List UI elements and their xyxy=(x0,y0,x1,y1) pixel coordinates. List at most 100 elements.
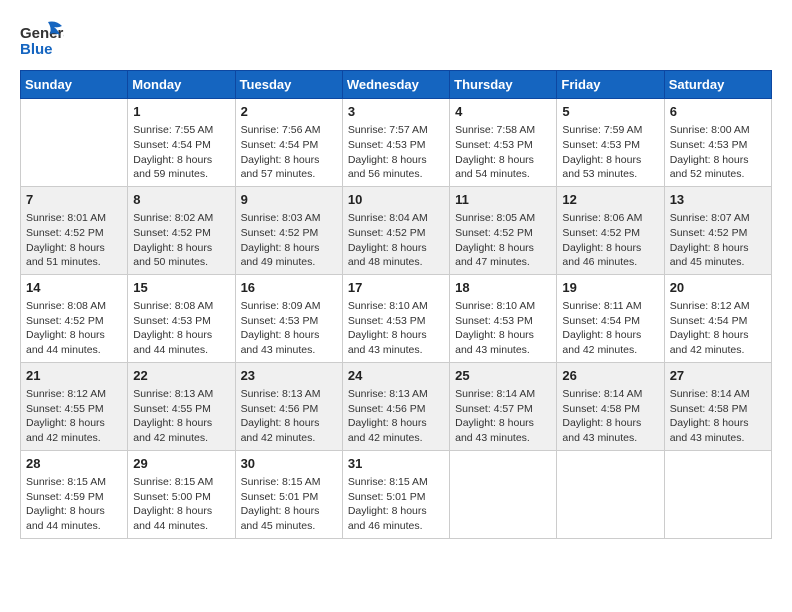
day-number: 17 xyxy=(348,279,444,297)
calendar-cell: 16 Sunrise: 8:09 AM Sunset: 4:53 PM Dayli… xyxy=(235,274,342,362)
calendar-cell xyxy=(450,450,557,538)
calendar-cell: 11 Sunrise: 8:05 AM Sunset: 4:52 PM Dayli… xyxy=(450,186,557,274)
calendar-cell: 9 Sunrise: 8:03 AM Sunset: 4:52 PM Daylig… xyxy=(235,186,342,274)
calendar-cell: 5 Sunrise: 7:59 AM Sunset: 4:53 PM Daylig… xyxy=(557,99,664,187)
weekday-header-sunday: Sunday xyxy=(21,71,128,99)
day-info: Sunrise: 8:06 AM Sunset: 4:52 PM Dayligh… xyxy=(562,211,658,270)
day-info: Sunrise: 7:56 AM Sunset: 4:54 PM Dayligh… xyxy=(241,123,337,182)
calendar-cell: 17 Sunrise: 8:10 AM Sunset: 4:53 PM Dayli… xyxy=(342,274,449,362)
day-info: Sunrise: 8:09 AM Sunset: 4:53 PM Dayligh… xyxy=(241,299,337,358)
weekday-header-thursday: Thursday xyxy=(450,71,557,99)
weekday-header-tuesday: Tuesday xyxy=(235,71,342,99)
day-info: Sunrise: 8:15 AM Sunset: 5:01 PM Dayligh… xyxy=(241,475,337,534)
day-info: Sunrise: 7:55 AM Sunset: 4:54 PM Dayligh… xyxy=(133,123,229,182)
weekday-header-wednesday: Wednesday xyxy=(342,71,449,99)
day-number: 31 xyxy=(348,455,444,473)
calendar-cell: 2 Sunrise: 7:56 AM Sunset: 4:54 PM Daylig… xyxy=(235,99,342,187)
day-info: Sunrise: 8:14 AM Sunset: 4:57 PM Dayligh… xyxy=(455,387,551,446)
day-info: Sunrise: 8:04 AM Sunset: 4:52 PM Dayligh… xyxy=(348,211,444,270)
calendar-header: SundayMondayTuesdayWednesdayThursdayFrid… xyxy=(21,71,772,99)
calendar-cell: 6Sunrise: 8:00 AM Sunset: 4:53 PM Daylig… xyxy=(664,99,771,187)
calendar-cell: 15 Sunrise: 8:08 AM Sunset: 4:53 PM Dayli… xyxy=(128,274,235,362)
calendar-cell: 22 Sunrise: 8:13 AM Sunset: 4:55 PM Dayli… xyxy=(128,362,235,450)
day-number: 14 xyxy=(26,279,122,297)
day-info: Sunrise: 8:15 AM Sunset: 5:00 PM Dayligh… xyxy=(133,475,229,534)
day-number: 11 xyxy=(455,191,551,209)
day-info: Sunrise: 8:13 AM Sunset: 4:55 PM Dayligh… xyxy=(133,387,229,446)
day-number: 23 xyxy=(241,367,337,385)
calendar-cell xyxy=(21,99,128,187)
calendar-cell: 20 Sunrise: 8:12 AM Sunset: 4:54 PM Dayli… xyxy=(664,274,771,362)
day-info: Sunrise: 8:01 AM Sunset: 4:52 PM Dayligh… xyxy=(26,211,122,270)
day-info: Sunrise: 8:10 AM Sunset: 4:53 PM Dayligh… xyxy=(455,299,551,358)
day-number: 25 xyxy=(455,367,551,385)
day-info: Sunrise: 8:02 AM Sunset: 4:52 PM Dayligh… xyxy=(133,211,229,270)
day-number: 16 xyxy=(241,279,337,297)
calendar-cell: 26 Sunrise: 8:14 AM Sunset: 4:58 PM Dayli… xyxy=(557,362,664,450)
calendar-cell: 19Sunrise: 8:11 AM Sunset: 4:54 PM Dayli… xyxy=(557,274,664,362)
calendar-cell: 21 Sunrise: 8:12 AM Sunset: 4:55 PM Dayli… xyxy=(21,362,128,450)
day-number: 28 xyxy=(26,455,122,473)
day-number: 7 xyxy=(26,191,122,209)
day-number: 20 xyxy=(670,279,766,297)
day-info: Sunrise: 8:14 AM Sunset: 4:58 PM Dayligh… xyxy=(670,387,766,446)
day-number: 15 xyxy=(133,279,229,297)
weekday-header-saturday: Saturday xyxy=(664,71,771,99)
day-number: 30 xyxy=(241,455,337,473)
day-info: Sunrise: 8:08 AM Sunset: 4:52 PM Dayligh… xyxy=(26,299,122,358)
day-number: 1 xyxy=(133,103,229,121)
day-number: 27 xyxy=(670,367,766,385)
calendar-week-row: 7 Sunrise: 8:01 AM Sunset: 4:52 PM Daylig… xyxy=(21,186,772,274)
calendar-cell: 13Sunrise: 8:07 AM Sunset: 4:52 PM Dayli… xyxy=(664,186,771,274)
day-number: 18 xyxy=(455,279,551,297)
day-info: Sunrise: 7:58 AM Sunset: 4:53 PM Dayligh… xyxy=(455,123,551,182)
day-number: 3 xyxy=(348,103,444,121)
day-info: Sunrise: 8:15 AM Sunset: 4:59 PM Dayligh… xyxy=(26,475,122,534)
day-info: Sunrise: 8:03 AM Sunset: 4:52 PM Dayligh… xyxy=(241,211,337,270)
calendar-cell: 28 Sunrise: 8:15 AM Sunset: 4:59 PM Dayli… xyxy=(21,450,128,538)
calendar-body: 1 Sunrise: 7:55 AM Sunset: 4:54 PM Daylig… xyxy=(21,99,772,539)
weekday-header-monday: Monday xyxy=(128,71,235,99)
day-info: Sunrise: 8:12 AM Sunset: 4:54 PM Dayligh… xyxy=(670,299,766,358)
day-info: Sunrise: 8:00 AM Sunset: 4:53 PM Dayligh… xyxy=(670,123,766,182)
day-info: Sunrise: 8:10 AM Sunset: 4:53 PM Dayligh… xyxy=(348,299,444,358)
calendar-cell: 27 Sunrise: 8:14 AM Sunset: 4:58 PM Dayli… xyxy=(664,362,771,450)
calendar-cell: 23Sunrise: 8:13 AM Sunset: 4:56 PM Dayli… xyxy=(235,362,342,450)
calendar-table: SundayMondayTuesdayWednesdayThursdayFrid… xyxy=(20,70,772,539)
calendar-cell: 12Sunrise: 8:06 AM Sunset: 4:52 PM Dayli… xyxy=(557,186,664,274)
day-number: 22 xyxy=(133,367,229,385)
calendar-cell: 7 Sunrise: 8:01 AM Sunset: 4:52 PM Daylig… xyxy=(21,186,128,274)
day-info: Sunrise: 8:05 AM Sunset: 4:52 PM Dayligh… xyxy=(455,211,551,270)
day-number: 2 xyxy=(241,103,337,121)
calendar-cell xyxy=(664,450,771,538)
day-info: Sunrise: 8:14 AM Sunset: 4:58 PM Dayligh… xyxy=(562,387,658,446)
day-info: Sunrise: 8:13 AM Sunset: 4:56 PM Dayligh… xyxy=(348,387,444,446)
calendar-week-row: 14 Sunrise: 8:08 AM Sunset: 4:52 PM Dayli… xyxy=(21,274,772,362)
day-info: Sunrise: 7:59 AM Sunset: 4:53 PM Dayligh… xyxy=(562,123,658,182)
day-info: Sunrise: 8:07 AM Sunset: 4:52 PM Dayligh… xyxy=(670,211,766,270)
day-number: 5 xyxy=(562,103,658,121)
svg-text:Blue: Blue xyxy=(20,41,53,58)
calendar-cell: 31 Sunrise: 8:15 AM Sunset: 5:01 PM Dayli… xyxy=(342,450,449,538)
day-info: Sunrise: 8:08 AM Sunset: 4:53 PM Dayligh… xyxy=(133,299,229,358)
page-header: General Blue xyxy=(20,20,772,60)
day-info: Sunrise: 8:12 AM Sunset: 4:55 PM Dayligh… xyxy=(26,387,122,446)
calendar-cell xyxy=(557,450,664,538)
day-number: 9 xyxy=(241,191,337,209)
day-number: 26 xyxy=(562,367,658,385)
day-info: Sunrise: 7:57 AM Sunset: 4:53 PM Dayligh… xyxy=(348,123,444,182)
calendar-cell: 30 Sunrise: 8:15 AM Sunset: 5:01 PM Dayli… xyxy=(235,450,342,538)
logo: General Blue xyxy=(20,20,64,60)
calendar-cell: 14 Sunrise: 8:08 AM Sunset: 4:52 PM Dayli… xyxy=(21,274,128,362)
day-number: 19 xyxy=(562,279,658,297)
calendar-cell: 3 Sunrise: 7:57 AM Sunset: 4:53 PM Daylig… xyxy=(342,99,449,187)
calendar-cell: 18 Sunrise: 8:10 AM Sunset: 4:53 PM Dayli… xyxy=(450,274,557,362)
day-info: Sunrise: 8:15 AM Sunset: 5:01 PM Dayligh… xyxy=(348,475,444,534)
calendar-cell: 24Sunrise: 8:13 AM Sunset: 4:56 PM Dayli… xyxy=(342,362,449,450)
calendar-week-row: 1 Sunrise: 7:55 AM Sunset: 4:54 PM Daylig… xyxy=(21,99,772,187)
calendar-cell: 29 Sunrise: 8:15 AM Sunset: 5:00 PM Dayli… xyxy=(128,450,235,538)
day-number: 4 xyxy=(455,103,551,121)
day-number: 21 xyxy=(26,367,122,385)
day-number: 29 xyxy=(133,455,229,473)
calendar-week-row: 28 Sunrise: 8:15 AM Sunset: 4:59 PM Dayli… xyxy=(21,450,772,538)
